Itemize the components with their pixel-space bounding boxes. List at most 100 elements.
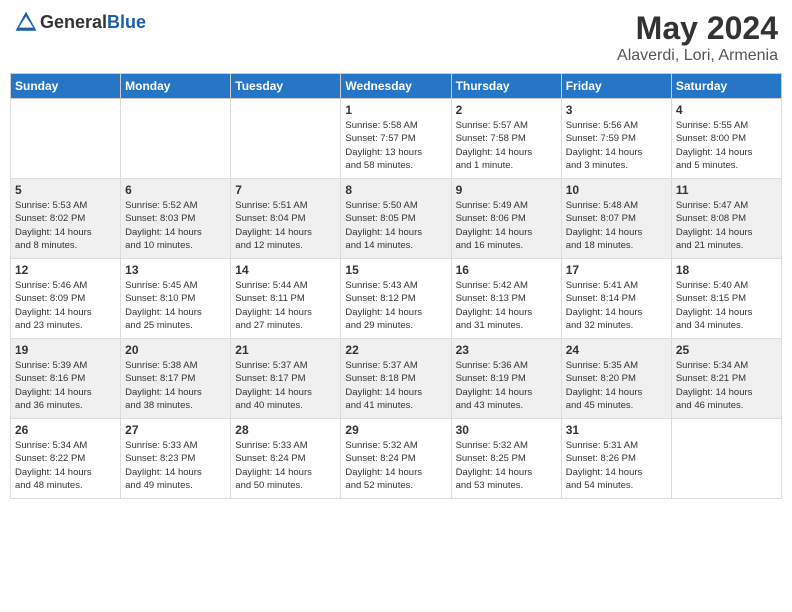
day-number: 29 [345, 423, 446, 437]
calendar-cell: 17Sunrise: 5:41 AM Sunset: 8:14 PM Dayli… [561, 259, 671, 339]
day-number: 8 [345, 183, 446, 197]
cell-content: Sunrise: 5:37 AM Sunset: 8:18 PM Dayligh… [345, 359, 446, 412]
day-number: 1 [345, 103, 446, 117]
day-number: 11 [676, 183, 777, 197]
calendar-cell: 29 Sunrise: 5:32 AM Sunset: 8:24 PM Dayli… [341, 419, 451, 499]
calendar-cell: 26 Sunrise: 5:34 AM Sunset: 8:22 PM Dayli… [11, 419, 121, 499]
page-header: GeneralBlue May 2024 Alaverdi, Lori, Arm… [10, 10, 782, 65]
cell-content: Sunrise: 5:34 AM Sunset: 8:22 PM Dayligh… [15, 439, 116, 492]
calendar-table: SundayMondayTuesdayWednesdayThursdayFrid… [10, 73, 782, 499]
logo-text-blue: Blue [107, 12, 146, 32]
calendar-row: 12 Sunrise: 5:46 AM Sunset: 8:09 PM Dayli… [11, 259, 782, 339]
calendar-row: 26 Sunrise: 5:34 AM Sunset: 8:22 PM Dayli… [11, 419, 782, 499]
calendar-cell: 3 Sunrise: 5:56 AM Sunset: 7:59 PM Daylig… [561, 99, 671, 179]
calendar-cell: 28Sunrise: 5:33 AM Sunset: 8:24 PM Dayli… [231, 419, 341, 499]
day-number: 23 [456, 343, 557, 357]
cell-content: Sunrise: 5:52 AM Sunset: 8:03 PM Dayligh… [125, 199, 226, 252]
logo-text-general: General [40, 12, 107, 32]
day-number: 19 [15, 343, 116, 357]
cell-content: Sunrise: 5:50 AM Sunset: 8:05 PM Dayligh… [345, 199, 446, 252]
calendar-row: 1 Sunrise: 5:58 AM Sunset: 7:57 PM Daylig… [11, 99, 782, 179]
calendar-cell: 13 Sunrise: 5:45 AM Sunset: 8:10 PM Dayli… [121, 259, 231, 339]
calendar-cell: 7 Sunrise: 5:51 AM Sunset: 8:04 PM Daylig… [231, 179, 341, 259]
weekday-header: Monday [121, 74, 231, 99]
calendar-cell: 15Sunrise: 5:43 AM Sunset: 8:12 PM Dayli… [341, 259, 451, 339]
calendar-cell: 4 Sunrise: 5:55 AM Sunset: 8:00 PM Daylig… [671, 99, 781, 179]
calendar-header: SundayMondayTuesdayWednesdayThursdayFrid… [11, 74, 782, 99]
day-number: 6 [125, 183, 226, 197]
day-number: 12 [15, 263, 116, 277]
calendar-cell: 20 Sunrise: 5:38 AM Sunset: 8:17 PM Dayli… [121, 339, 231, 419]
day-number: 9 [456, 183, 557, 197]
cell-content: Sunrise: 5:33 AM Sunset: 8:24 PM Dayligh… [235, 439, 336, 492]
cell-content: Sunrise: 5:35 AM Sunset: 8:20 PM Dayligh… [566, 359, 667, 412]
cell-content: Sunrise: 5:34 AM Sunset: 8:21 PM Dayligh… [676, 359, 777, 412]
weekday-header: Thursday [451, 74, 561, 99]
day-number: 14 [235, 263, 336, 277]
day-number: 26 [15, 423, 116, 437]
calendar-cell: 9Sunrise: 5:49 AM Sunset: 8:06 PM Daylig… [451, 179, 561, 259]
logo-icon [14, 10, 38, 34]
calendar-cell: 30Sunrise: 5:32 AM Sunset: 8:25 PM Dayli… [451, 419, 561, 499]
cell-content: Sunrise: 5:51 AM Sunset: 8:04 PM Dayligh… [235, 199, 336, 252]
cell-content: Sunrise: 5:56 AM Sunset: 7:59 PM Dayligh… [566, 119, 667, 172]
cell-content: Sunrise: 5:44 AM Sunset: 8:11 PM Dayligh… [235, 279, 336, 332]
calendar-cell: 18 Sunrise: 5:40 AM Sunset: 8:15 PM Dayli… [671, 259, 781, 339]
calendar-row: 5Sunrise: 5:53 AM Sunset: 8:02 PM Daylig… [11, 179, 782, 259]
cell-content: Sunrise: 5:38 AM Sunset: 8:17 PM Dayligh… [125, 359, 226, 412]
calendar-cell [11, 99, 121, 179]
cell-content: Sunrise: 5:45 AM Sunset: 8:10 PM Dayligh… [125, 279, 226, 332]
calendar-row: 19 Sunrise: 5:39 AM Sunset: 8:16 PM Dayli… [11, 339, 782, 419]
weekday-header: Friday [561, 74, 671, 99]
cell-content: Sunrise: 5:32 AM Sunset: 8:25 PM Dayligh… [456, 439, 557, 492]
cell-content: Sunrise: 5:48 AM Sunset: 8:07 PM Dayligh… [566, 199, 667, 252]
day-number: 16 [456, 263, 557, 277]
cell-content: Sunrise: 5:40 AM Sunset: 8:15 PM Dayligh… [676, 279, 777, 332]
cell-content: Sunrise: 5:41 AM Sunset: 8:14 PM Dayligh… [566, 279, 667, 332]
calendar-cell: 24 Sunrise: 5:35 AM Sunset: 8:20 PM Dayli… [561, 339, 671, 419]
calendar-cell: 25Sunrise: 5:34 AM Sunset: 8:21 PM Dayli… [671, 339, 781, 419]
cell-content: Sunrise: 5:46 AM Sunset: 8:09 PM Dayligh… [15, 279, 116, 332]
day-number: 13 [125, 263, 226, 277]
calendar-cell: 14 Sunrise: 5:44 AM Sunset: 8:11 PM Dayli… [231, 259, 341, 339]
day-number: 4 [676, 103, 777, 117]
logo: GeneralBlue [14, 10, 146, 34]
day-number: 31 [566, 423, 667, 437]
weekday-header: Wednesday [341, 74, 451, 99]
calendar-cell: 27Sunrise: 5:33 AM Sunset: 8:23 PM Dayli… [121, 419, 231, 499]
calendar-cell [121, 99, 231, 179]
day-number: 5 [15, 183, 116, 197]
calendar-cell: 31 Sunrise: 5:31 AM Sunset: 8:26 PM Dayli… [561, 419, 671, 499]
calendar-cell: 5Sunrise: 5:53 AM Sunset: 8:02 PM Daylig… [11, 179, 121, 259]
cell-content: Sunrise: 5:32 AM Sunset: 8:24 PM Dayligh… [345, 439, 446, 492]
cell-content: Sunrise: 5:31 AM Sunset: 8:26 PM Dayligh… [566, 439, 667, 492]
calendar-cell: 19 Sunrise: 5:39 AM Sunset: 8:16 PM Dayli… [11, 339, 121, 419]
day-number: 15 [345, 263, 446, 277]
calendar-cell: 1 Sunrise: 5:58 AM Sunset: 7:57 PM Daylig… [341, 99, 451, 179]
calendar-cell: 23Sunrise: 5:36 AM Sunset: 8:19 PM Dayli… [451, 339, 561, 419]
cell-content: Sunrise: 5:58 AM Sunset: 7:57 PM Dayligh… [345, 119, 446, 172]
cell-content: Sunrise: 5:55 AM Sunset: 8:00 PM Dayligh… [676, 119, 777, 172]
day-number: 7 [235, 183, 336, 197]
weekday-header: Tuesday [231, 74, 341, 99]
calendar-cell: 8 Sunrise: 5:50 AM Sunset: 8:05 PM Daylig… [341, 179, 451, 259]
month-title: May 2024 [617, 10, 778, 47]
day-number: 20 [125, 343, 226, 357]
day-number: 24 [566, 343, 667, 357]
calendar-cell: 12 Sunrise: 5:46 AM Sunset: 8:09 PM Dayli… [11, 259, 121, 339]
day-number: 3 [566, 103, 667, 117]
calendar-cell: 11 Sunrise: 5:47 AM Sunset: 8:08 PM Dayli… [671, 179, 781, 259]
calendar-cell [671, 419, 781, 499]
calendar-cell: 2 Sunrise: 5:57 AM Sunset: 7:58 PM Daylig… [451, 99, 561, 179]
day-number: 21 [235, 343, 336, 357]
title-section: May 2024 Alaverdi, Lori, Armenia [617, 10, 778, 65]
day-number: 2 [456, 103, 557, 117]
day-number: 18 [676, 263, 777, 277]
cell-content: Sunrise: 5:47 AM Sunset: 8:08 PM Dayligh… [676, 199, 777, 252]
calendar-cell: 22Sunrise: 5:37 AM Sunset: 8:18 PM Dayli… [341, 339, 451, 419]
location-title: Alaverdi, Lori, Armenia [617, 47, 778, 65]
calendar-cell: 16Sunrise: 5:42 AM Sunset: 8:13 PM Dayli… [451, 259, 561, 339]
cell-content: Sunrise: 5:39 AM Sunset: 8:16 PM Dayligh… [15, 359, 116, 412]
cell-content: Sunrise: 5:57 AM Sunset: 7:58 PM Dayligh… [456, 119, 557, 172]
calendar-cell: 21Sunrise: 5:37 AM Sunset: 8:17 PM Dayli… [231, 339, 341, 419]
